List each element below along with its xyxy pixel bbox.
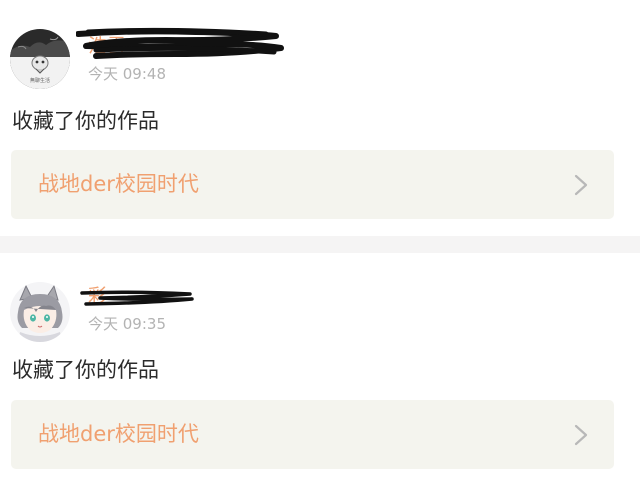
- notification-card: 無聊生活 浩雪 今天 09:48 收藏了你的作品 战地der校园时代: [0, 0, 640, 236]
- avatar-image: [10, 282, 70, 342]
- action-text: 收藏了你的作品: [12, 358, 159, 382]
- timestamp: 今天 09:35: [88, 315, 166, 333]
- card-separator: [0, 236, 640, 253]
- notification-feed: 無聊生活 浩雪 今天 09:48 收藏了你的作品 战地der校园时代 彩 今天 …: [0, 0, 640, 492]
- avatar-caption: 無聊生活: [30, 77, 50, 84]
- action-text: 收藏了你的作品: [12, 109, 159, 133]
- work-title: 战地der校园时代: [38, 422, 199, 446]
- work-title: 战地der校园时代: [38, 172, 199, 196]
- chevron-right-icon: [574, 424, 588, 446]
- work-link[interactable]: 战地der校园时代: [11, 150, 614, 219]
- notification-card: 彩 今天 09:35 收藏了你的作品 战地der校园时代: [0, 253, 640, 492]
- work-link[interactable]: 战地der校园时代: [11, 400, 614, 469]
- user-avatar[interactable]: 無聊生活: [10, 29, 70, 89]
- user-avatar[interactable]: [10, 282, 70, 342]
- timestamp: 今天 09:48: [88, 65, 166, 83]
- chevron-right-icon: [574, 174, 588, 196]
- username[interactable]: 彩: [88, 284, 107, 308]
- avatar-image: 無聊生活: [10, 29, 70, 89]
- username[interactable]: 浩雪: [88, 34, 126, 58]
